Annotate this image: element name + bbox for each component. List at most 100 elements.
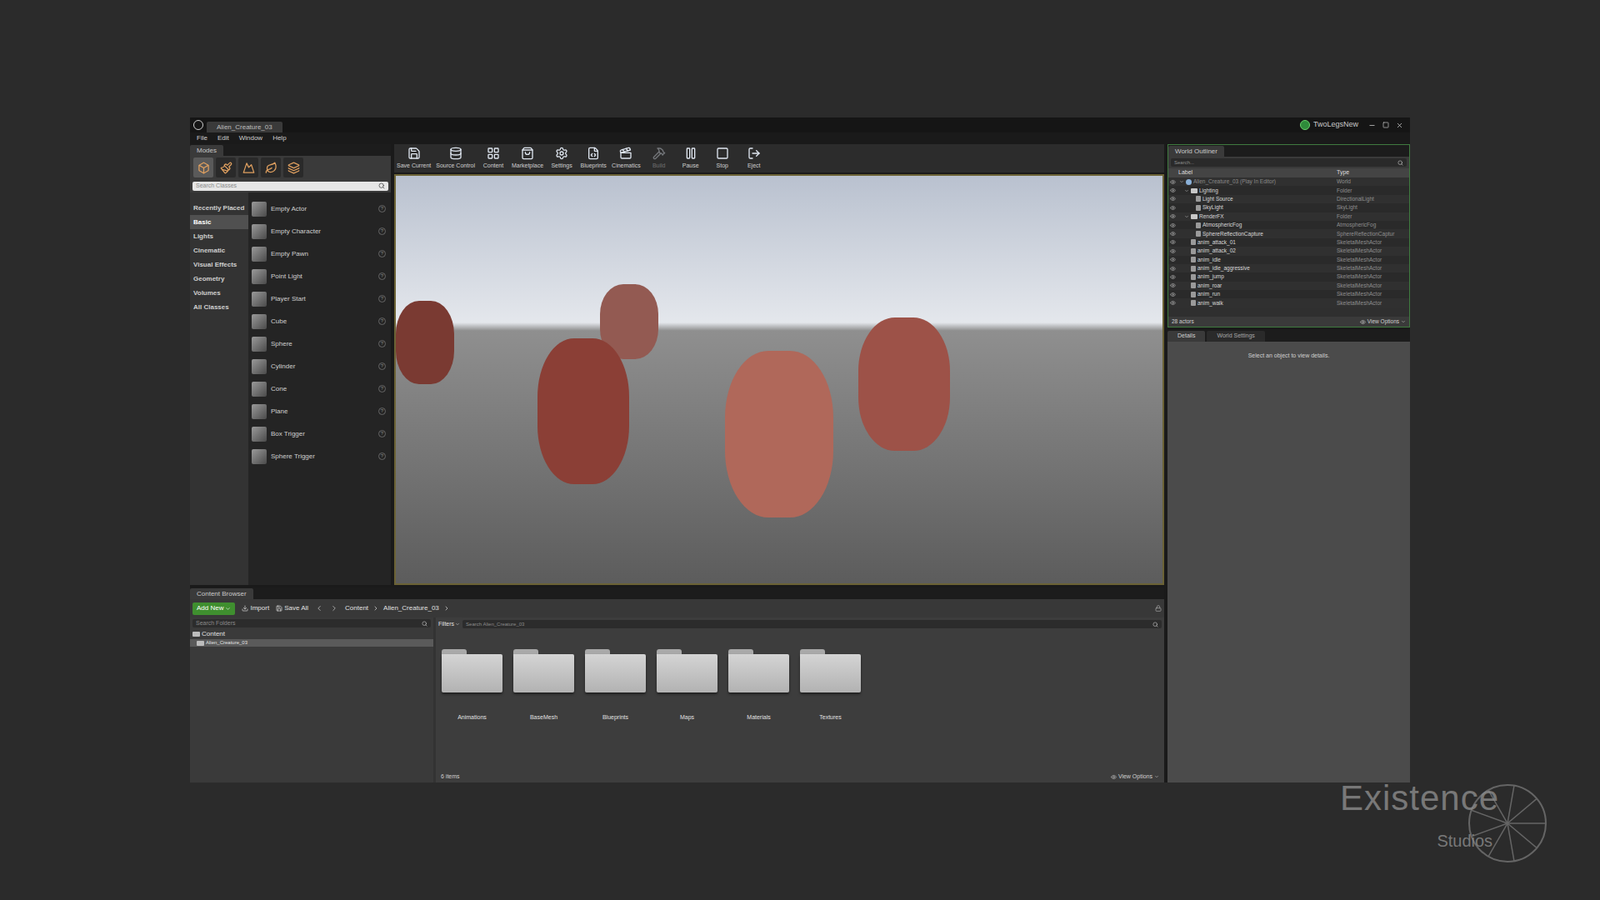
visibility-icon[interactable]: [1170, 222, 1176, 229]
help-icon[interactable]: ?: [378, 295, 386, 303]
toolbar-button[interactable]: Cinematics: [609, 144, 644, 173]
visibility-icon[interactable]: [1170, 205, 1176, 211]
outliner-row[interactable]: Alien_Creature_03 (Play In Editor)World: [1168, 177, 1410, 186]
category-item[interactable]: Geometry: [190, 271, 249, 286]
folder-tile[interactable]: Animations: [441, 649, 503, 771]
class-item[interactable]: Empty Actor?: [248, 197, 391, 220]
toolbar-button[interactable]: Marketplace: [509, 144, 546, 173]
close-icon[interactable]: [1395, 121, 1404, 130]
mode-button[interactable]: [238, 157, 259, 178]
help-icon[interactable]: ?: [378, 430, 386, 438]
outliner-row[interactable]: anim_attack_02SkeletalMeshActor: [1168, 246, 1410, 255]
visibility-icon[interactable]: [1170, 179, 1176, 185]
back-icon[interactable]: [315, 604, 324, 613]
outliner-row[interactable]: anim_jumpSkeletalMeshActor: [1168, 272, 1410, 281]
add-new-button[interactable]: Add New: [192, 602, 235, 615]
class-item[interactable]: Point Light?: [248, 265, 391, 288]
help-icon[interactable]: ?: [378, 407, 386, 415]
minimize-icon[interactable]: [1368, 121, 1376, 130]
class-item[interactable]: Box Trigger?: [248, 422, 391, 445]
mode-button[interactable]: [260, 157, 281, 178]
folder-tile[interactable]: Maps: [656, 649, 718, 771]
expand-icon[interactable]: [1179, 179, 1185, 185]
outliner-row[interactable]: SkyLightSkyLight: [1168, 203, 1410, 212]
expand-icon[interactable]: [1184, 188, 1190, 194]
help-icon[interactable]: ?: [378, 340, 386, 348]
visibility-icon[interactable]: [1170, 265, 1176, 272]
folder-tile[interactable]: Textures: [800, 649, 861, 771]
menu-item[interactable]: Edit: [217, 133, 230, 144]
help-icon[interactable]: ?: [378, 205, 386, 213]
outliner-row[interactable]: anim_runSkeletalMeshActor: [1168, 290, 1410, 299]
visibility-icon[interactable]: [1170, 187, 1176, 194]
panel-tab[interactable]: Details: [1167, 330, 1205, 342]
filters-button[interactable]: Filters: [438, 620, 460, 630]
visibility-icon[interactable]: [1170, 239, 1176, 245]
outliner-search[interactable]: Search...: [1170, 158, 1407, 167]
outliner-row[interactable]: Light SourceDirectionalLight: [1168, 195, 1410, 204]
category-item[interactable]: Volumes: [190, 285, 249, 300]
toolbar-button[interactable]: Settings: [545, 144, 578, 173]
help-icon[interactable]: ?: [378, 227, 386, 235]
class-item[interactable]: Sphere?: [248, 332, 391, 355]
category-item[interactable]: Cinematic: [190, 243, 249, 258]
level-tab[interactable]: Alien_Creature_03: [206, 121, 283, 133]
outliner-row[interactable]: anim_walkSkeletalMeshActor: [1168, 298, 1410, 307]
forward-icon[interactable]: [330, 604, 339, 613]
help-icon[interactable]: ?: [378, 452, 386, 460]
menu-item[interactable]: File: [196, 133, 208, 144]
toolbar-button[interactable]: Stop: [706, 144, 739, 173]
toolbar-button[interactable]: Content: [477, 144, 510, 173]
outliner-row[interactable]: RenderFXFolder: [1168, 212, 1410, 221]
outliner-row[interactable]: LightingFolder: [1168, 185, 1410, 195]
visibility-icon[interactable]: [1170, 282, 1176, 289]
panel-tab[interactable]: World Settings: [1206, 330, 1265, 342]
mode-button[interactable]: [283, 157, 304, 178]
toolbar-button[interactable]: Blueprints: [577, 144, 610, 173]
toolbar-button[interactable]: Build: [643, 144, 675, 173]
outliner-row[interactable]: anim_idleSkeletalMeshActor: [1168, 255, 1410, 265]
expand-icon[interactable]: [1184, 214, 1190, 220]
help-icon[interactable]: ?: [378, 385, 386, 393]
category-item[interactable]: Visual Effects: [190, 257, 249, 272]
folder-tile[interactable]: BaseMesh: [513, 649, 575, 771]
folder-search[interactable]: Search Folders: [192, 619, 431, 628]
class-search[interactable]: Search Classes: [192, 181, 389, 191]
help-icon[interactable]: ?: [378, 272, 386, 280]
class-item[interactable]: Cone?: [248, 377, 391, 400]
outliner-row[interactable]: anim_idle_aggressiveSkeletalMeshActor: [1168, 264, 1410, 273]
category-item[interactable]: Basic: [190, 215, 249, 230]
menu-item[interactable]: Window: [239, 133, 263, 144]
view-options-button[interactable]: View Options: [1360, 317, 1406, 326]
lock-icon[interactable]: [1155, 605, 1162, 612]
visibility-icon[interactable]: [1170, 256, 1176, 263]
class-item[interactable]: Plane?: [248, 400, 391, 423]
toolbar-button[interactable]: Pause: [675, 144, 707, 173]
class-item[interactable]: Empty Pawn?: [248, 242, 391, 265]
view-options-button[interactable]: View Options: [1110, 772, 1160, 782]
help-icon[interactable]: ?: [378, 250, 386, 258]
outliner-row[interactable]: AtmosphericFogAtmosphericFog: [1168, 220, 1410, 230]
class-item[interactable]: Player Start?: [248, 287, 391, 310]
visibility-icon[interactable]: [1170, 274, 1176, 280]
tree-item[interactable]: Alien_Creature_03: [190, 639, 434, 647]
breadcrumb-item[interactable]: Content: [345, 603, 369, 614]
help-icon[interactable]: ?: [378, 317, 386, 325]
maximize-icon[interactable]: [1382, 121, 1390, 129]
visibility-icon[interactable]: [1170, 230, 1176, 237]
panel-tab[interactable]: Modes: [190, 145, 224, 156]
save-all-button[interactable]: Save All: [275, 603, 309, 614]
breadcrumb-item[interactable]: Alien_Creature_03: [383, 603, 440, 614]
category-item[interactable]: Lights: [190, 229, 249, 244]
toolbar-button[interactable]: Eject: [738, 144, 770, 173]
folder-tile[interactable]: Blueprints: [585, 649, 646, 771]
class-item[interactable]: Sphere Trigger?: [248, 445, 391, 468]
mode-button[interactable]: [215, 157, 236, 178]
category-item[interactable]: Recently Placed: [190, 200, 249, 215]
outliner-row[interactable]: anim_attack_01SkeletalMeshActor: [1168, 238, 1410, 247]
outliner-row[interactable]: anim_roarSkeletalMeshActor: [1168, 281, 1410, 290]
panel-tab[interactable]: Content Browser: [190, 588, 254, 600]
category-item[interactable]: All Classes: [190, 300, 249, 315]
visibility-icon[interactable]: [1170, 291, 1176, 298]
class-item[interactable]: Cube?: [248, 310, 391, 333]
